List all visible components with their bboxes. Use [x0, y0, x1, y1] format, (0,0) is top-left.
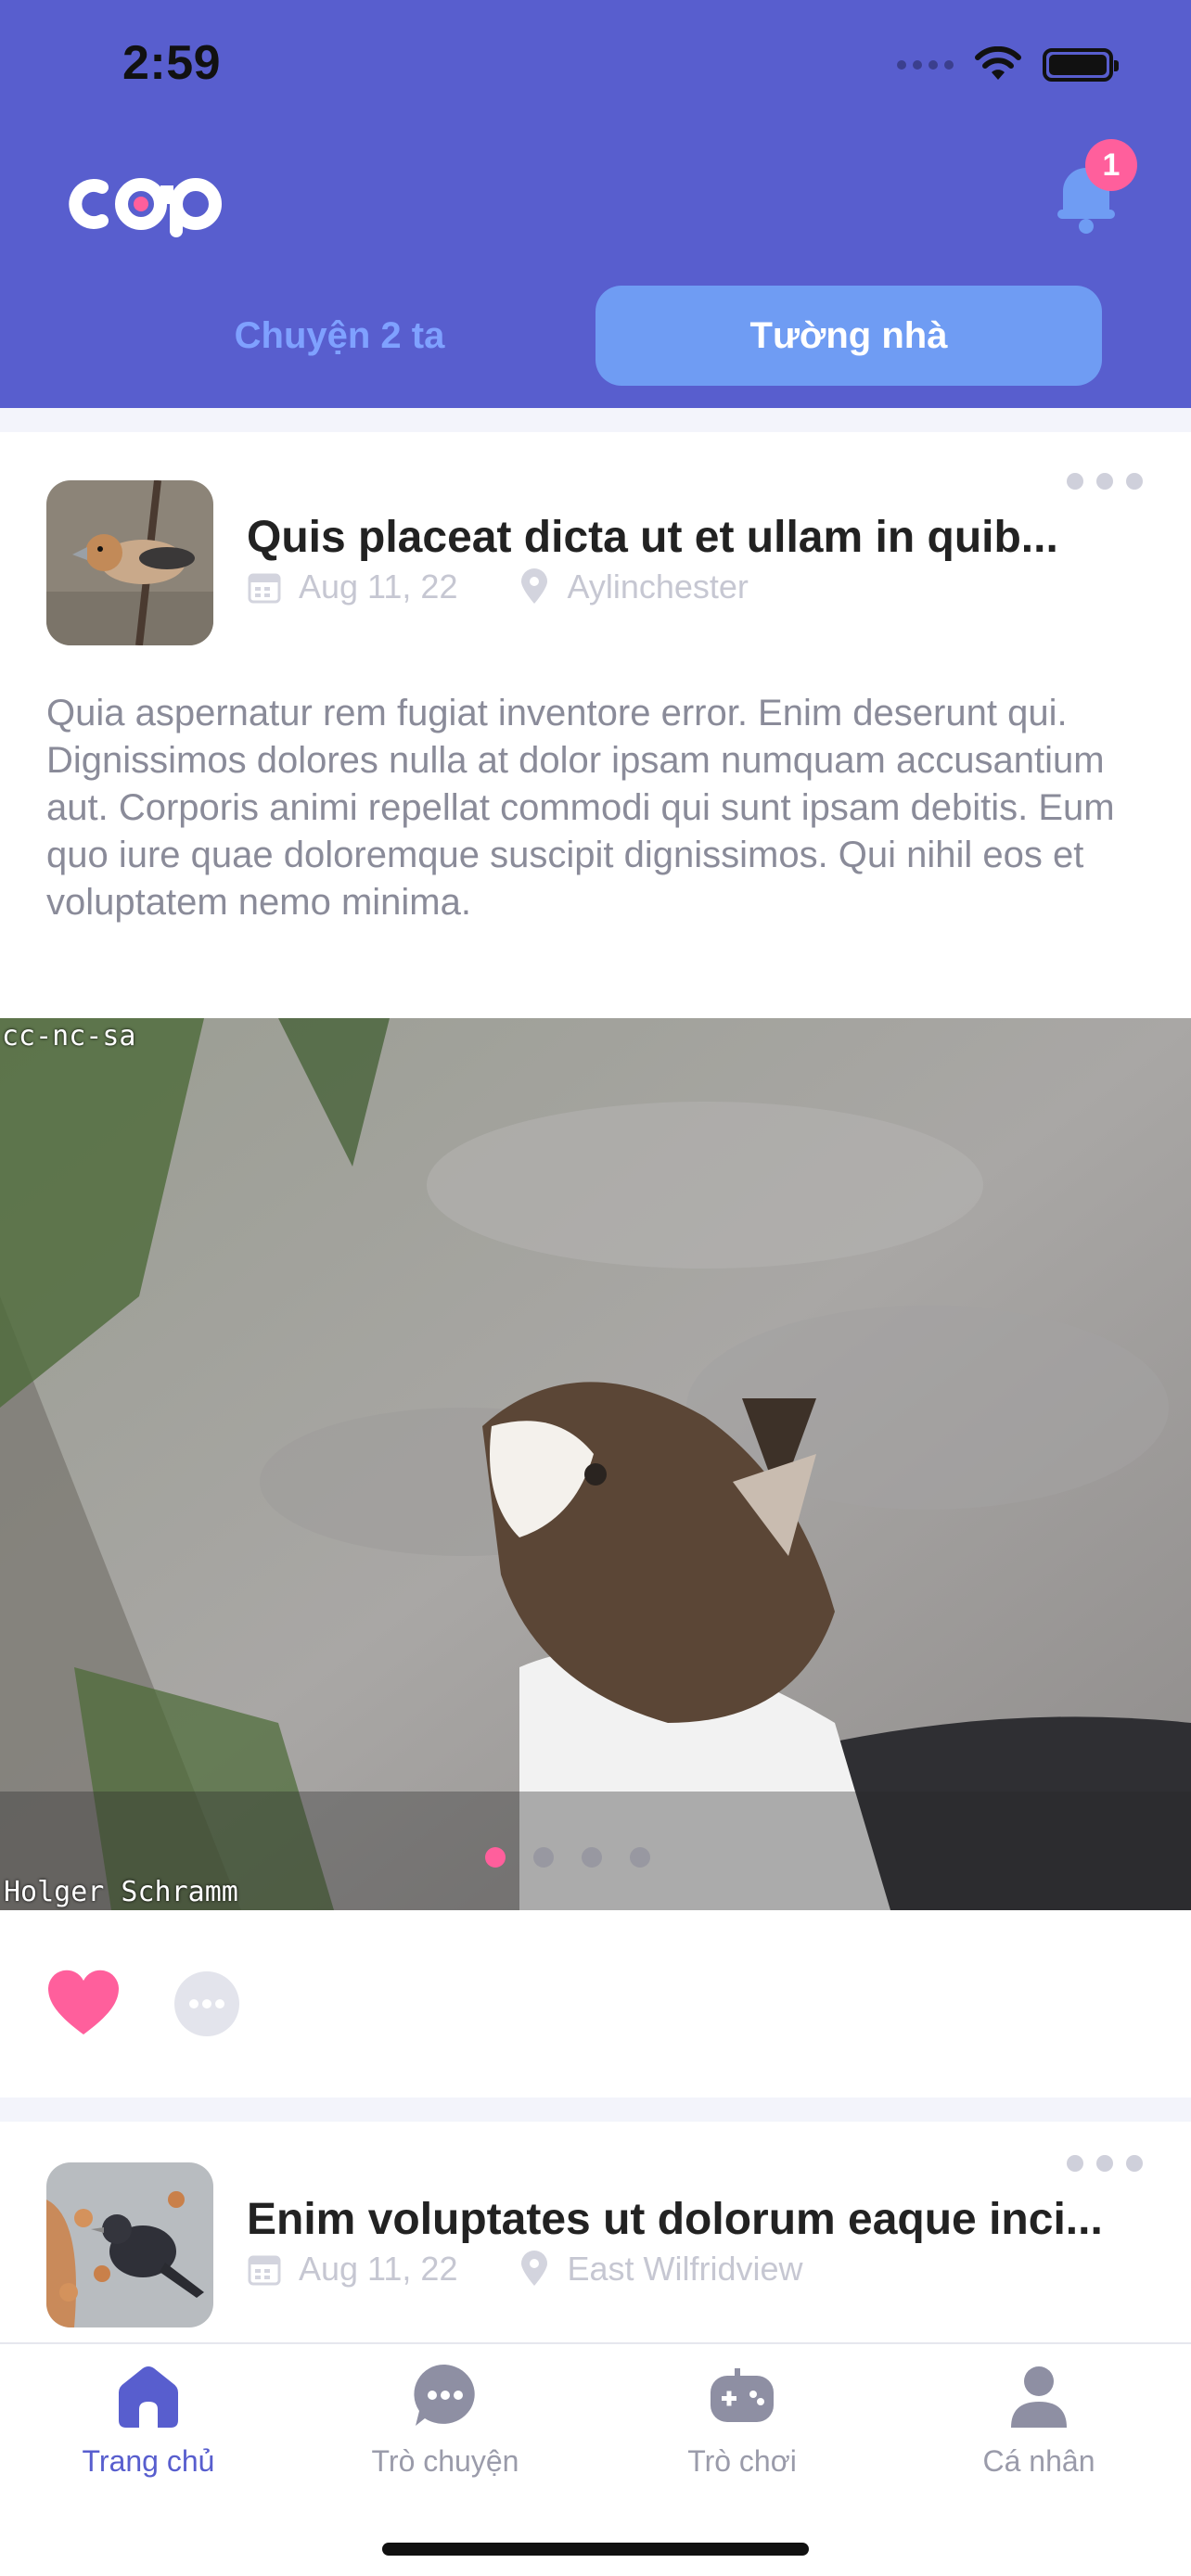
post-title[interactable]: Quis placeat dicta ut et ullam in quib..… — [247, 512, 1137, 563]
post-title[interactable]: Enim voluptates ut dolorum eaque inci... — [247, 2194, 1137, 2245]
post-location: East Wilfridview — [567, 2250, 803, 2288]
gamepad-icon — [711, 2368, 774, 2422]
tab-tuong-nha[interactable]: Tường nhà — [596, 286, 1102, 386]
chat-icon — [414, 2364, 475, 2426]
image-license-caption: cc-nc-sa — [2, 1020, 136, 1052]
post-location: Aylinchester — [567, 567, 749, 606]
tab-profile[interactable]: Cá nhân — [890, 2361, 1187, 2479]
status-time: 2:59 — [122, 36, 222, 90]
more-options-button[interactable] — [1067, 473, 1143, 490]
post-date: Aug 11, 22 — [299, 567, 458, 606]
location-pin-icon — [521, 568, 548, 604]
carousel-indicator — [0, 1847, 1163, 1868]
signal-icon — [897, 60, 954, 70]
carousel-dot[interactable] — [533, 1847, 554, 1868]
location-pin-icon — [521, 2251, 548, 2286]
app-header: 2:59 1 Chuyện 2 ta Tường nhà — [0, 0, 1191, 408]
bottom-tab-bar: Trang chủ Trò chuyện Trò chơi Cá nhân — [0, 2342, 1191, 2576]
tab-games-label: Trò chơi — [687, 2444, 797, 2478]
post-meta: Aug 11, 22 East Wilfridview — [247, 2250, 803, 2289]
feed-separator — [0, 2098, 1191, 2122]
tab-home-label: Trang chủ — [82, 2444, 215, 2478]
notification-button[interactable]: 1 — [1035, 139, 1137, 241]
feed-separator — [0, 408, 1191, 432]
bird-photo — [46, 480, 213, 645]
status-icons — [897, 46, 1119, 83]
image-author-caption: Holger Schramm — [4, 1876, 238, 1908]
cat-photo — [0, 1018, 1191, 1910]
cap-logo — [69, 178, 222, 237]
comment-button[interactable] — [173, 1970, 241, 2038]
like-button[interactable] — [46, 1968, 121, 2038]
carousel-dot[interactable] — [630, 1847, 650, 1868]
carousel-dot-active[interactable] — [485, 1847, 506, 1868]
calendar-icon — [248, 2255, 281, 2286]
wifi-icon — [975, 46, 1021, 80]
post-author-avatar[interactable] — [46, 2162, 213, 2327]
post-meta: Aug 11, 22 Aylinchester — [247, 567, 749, 606]
tab-chuyen-2-ta[interactable]: Chuyện 2 ta — [80, 286, 599, 386]
heart-icon — [48, 1970, 119, 2034]
carousel-dot[interactable] — [582, 1847, 602, 1868]
tab-home[interactable]: Trang chủ — [0, 2361, 297, 2479]
home-indicator[interactable] — [382, 2543, 809, 2556]
tab-chat-label: Trò chuyện — [371, 2444, 519, 2478]
battery-icon — [1043, 48, 1119, 82]
more-options-button[interactable] — [1067, 2155, 1143, 2172]
starling-photo — [46, 2162, 213, 2327]
tab-profile-label: Cá nhân — [982, 2444, 1095, 2478]
home-icon — [119, 2366, 178, 2428]
post-author-avatar[interactable] — [46, 480, 213, 645]
tab-games[interactable]: Trò chơi — [594, 2361, 890, 2479]
post-body: Quia aspernatur rem fugiat inventore err… — [46, 693, 1115, 923]
calendar-icon — [248, 573, 281, 604]
post-date: Aug 11, 22 — [299, 2250, 458, 2288]
post-image-carousel[interactable]: cc-nc-sa Holger Schramm — [0, 1018, 1191, 1910]
chat-bubble-icon — [174, 1971, 239, 2036]
user-icon — [1011, 2366, 1067, 2428]
notification-badge: 1 — [1085, 139, 1137, 191]
tab-chat[interactable]: Trò chuyện — [297, 2361, 594, 2479]
